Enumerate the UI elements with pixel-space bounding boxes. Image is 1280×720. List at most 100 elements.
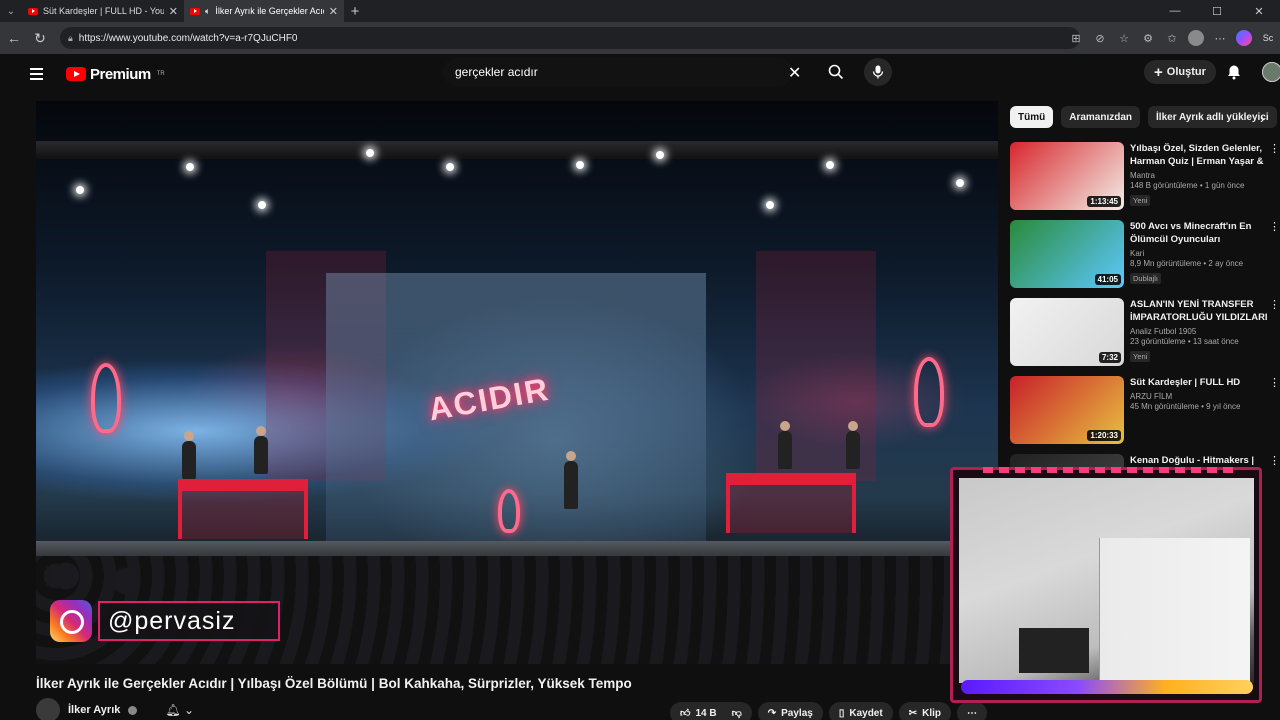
more-options-icon[interactable]: ⋯ <box>1212 32 1228 45</box>
rec-channel[interactable]: Analiz Futbol 1905 <box>1130 327 1270 336</box>
youtube-favicon-icon <box>28 7 38 15</box>
more-actions-button[interactable]: ⋯ <box>956 702 987 720</box>
tab-search-chevron-icon[interactable]: ⌄ <box>0 0 22 22</box>
save-button[interactable]: ▯ Kaydet <box>828 702 893 720</box>
channel-row: İlker Ayrık 🔔︎ ⌄ <box>36 698 194 720</box>
like-count: 14 B <box>695 707 717 719</box>
rec-title[interactable]: ASLAN'IN YENİ TRANSFER İMPARATORLUĞU YIL… <box>1130 298 1270 324</box>
youtube-play-icon <box>66 67 86 81</box>
list-item[interactable]: 1:13:45 Yılbaşı Özel, Sizden Gelenler, H… <box>1010 142 1280 220</box>
back-arrow-icon[interactable]: ← <box>2 30 26 46</box>
video-thumbnail[interactable]: 7:32 <box>1010 298 1124 366</box>
save-label: Kaydet <box>849 707 883 719</box>
scissors-icon: ✂ <box>908 707 918 719</box>
webcam-frame-decoration <box>983 467 1233 473</box>
clear-search-icon[interactable]: ✕ <box>788 63 801 83</box>
stage-light <box>956 179 964 187</box>
list-item[interactable]: 7:32 ASLAN'IN YENİ TRANSFER İMPARATORLUĞ… <box>1010 298 1280 376</box>
list-item[interactable]: 41:05 500 Avcı vs Minecraft'ın En Ölümcü… <box>1010 220 1280 298</box>
more-icon: ⋯ <box>966 707 977 719</box>
speaker-icon[interactable]: 🔈︎ <box>205 6 210 17</box>
youtube-logo[interactable]: Premium TR <box>66 66 165 83</box>
video-player[interactable]: ACIDIR <box>36 101 998 664</box>
browser-tab-2[interactable]: 🔈︎ İlker Ayrık ile Gerçekler Acıdır ✕ <box>184 0 344 22</box>
chip-all[interactable]: Tümü <box>1010 106 1054 128</box>
share-button[interactable]: ↷ Paylaş <box>757 702 823 720</box>
webcam-feed <box>959 478 1254 688</box>
url-text: https://www.youtube.com/watch?v=a-r7QJuC… <box>78 32 298 44</box>
rec-meta: 45 Mn görüntüleme • 9 yıl önce <box>1130 402 1241 411</box>
like-dislike-button[interactable]: 👍︎ 14 B 👎︎ <box>670 702 752 720</box>
video-actions: 👍︎ 14 B 👎︎ ↷ Paylaş ▯ Kaydet ✂ Klip ⋯ <box>670 702 987 720</box>
kebab-menu-icon[interactable]: ⋮ <box>1269 142 1280 155</box>
search-input[interactable]: gerçekler acıdır <box>443 58 793 86</box>
kebab-menu-icon[interactable]: ⋮ <box>1269 376 1280 389</box>
copilot-icon[interactable] <box>1236 30 1252 46</box>
kebab-menu-icon[interactable]: ⋮ <box>1269 454 1280 467</box>
notifications-bell-icon[interactable] <box>1227 64 1241 85</box>
site-info-icon[interactable]: 🔒︎ <box>68 33 73 44</box>
dislike-icon[interactable]: 👎︎ <box>732 707 742 719</box>
menu-hamburger-icon[interactable] <box>30 68 56 80</box>
search-button[interactable] <box>818 58 854 86</box>
person <box>846 421 860 469</box>
favorites-icon[interactable]: ✩ <box>1164 32 1180 45</box>
browser-tab-1[interactable]: Süt Kardeşler | FULL HD - YouTube ✕ <box>22 0 184 22</box>
rec-title[interactable]: 500 Avcı vs Minecraft'ın En Ölümcül Oyun… <box>1130 220 1270 246</box>
close-tab-icon[interactable]: ✕ <box>329 5 338 18</box>
stage-truss <box>36 141 998 159</box>
subscription-bell-icon[interactable]: 🔔︎ ⌄ <box>165 703 194 717</box>
extensions-icon[interactable]: ⚙ <box>1140 32 1156 45</box>
profile-avatar[interactable] <box>1188 30 1204 46</box>
list-item[interactable]: 1:20:33 Süt Kardeşler | FULL HD ARZU FİL… <box>1010 376 1280 454</box>
copilot-label: Sc <box>1262 33 1274 43</box>
app-install-icon[interactable]: ⊞ <box>1068 32 1084 45</box>
clip-label: Klip <box>922 707 941 719</box>
youtube-favicon-icon <box>190 7 200 15</box>
clip-button[interactable]: ✂ Klip <box>898 702 951 720</box>
verified-icon <box>128 705 138 715</box>
chip-from-search[interactable]: Aramanızdan <box>1061 106 1141 128</box>
favorite-star-icon[interactable]: ☆ <box>1116 32 1132 45</box>
chevron-right-icon[interactable]: › <box>1260 110 1265 126</box>
create-button[interactable]: + Oluştur <box>1144 60 1216 84</box>
create-label: Oluştur <box>1166 66 1206 78</box>
kebab-menu-icon[interactable]: ⋮ <box>1269 298 1280 311</box>
stage-light <box>258 201 266 209</box>
maximize-icon[interactable]: ☐ <box>1196 0 1238 22</box>
rec-meta: 8,9 Mn görüntüleme • 2 ay önce <box>1130 259 1244 268</box>
channel-avatar[interactable] <box>36 698 60 720</box>
voice-search-button[interactable] <box>864 58 892 86</box>
instagram-icon <box>50 600 92 642</box>
plus-icon: + <box>1154 63 1163 81</box>
person <box>182 431 196 479</box>
chip-uploader[interactable]: İlker Ayrık adlı yükleyici <box>1148 106 1277 128</box>
url-field[interactable]: 🔒︎ https://www.youtube.com/watch?v=a-r7Q… <box>60 27 1080 49</box>
close-window-icon[interactable]: ✕ <box>1238 0 1280 22</box>
rec-title[interactable]: Süt Kardeşler | FULL HD <box>1130 376 1270 389</box>
duration-badge: 1:13:45 <box>1087 196 1121 207</box>
video-thumbnail[interactable]: 1:20:33 <box>1010 376 1124 444</box>
rec-title[interactable]: Yılbaşı Özel, Sizden Gelenler, Harman Qu… <box>1130 142 1270 168</box>
close-tab-icon[interactable]: ✕ <box>169 5 178 18</box>
duration-badge: 41:05 <box>1094 274 1121 285</box>
account-avatar[interactable] <box>1262 62 1280 82</box>
minimize-icon[interactable]: — <box>1154 0 1196 22</box>
webcam-gradient-bar <box>961 680 1253 694</box>
tracking-prevention-icon[interactable]: ⊘ <box>1092 32 1108 45</box>
rec-channel[interactable]: ARZU FİLM <box>1130 392 1270 401</box>
person <box>564 451 578 509</box>
kebab-menu-icon[interactable]: ⋮ <box>1269 220 1280 233</box>
browser-toolbar-right: ⊞ ⊘ ☆ ⚙ ✩ ⋯ Sc <box>1068 22 1280 54</box>
video-thumbnail[interactable]: 1:13:45 <box>1010 142 1124 210</box>
new-tab-button[interactable]: + <box>344 3 366 20</box>
video-thumbnail[interactable]: 41:05 <box>1010 220 1124 288</box>
rec-channel[interactable]: Mantra <box>1130 171 1270 180</box>
rec-channel[interactable]: Kari <box>1130 249 1270 258</box>
reload-icon[interactable]: ↻ <box>28 30 52 47</box>
window-controls: — ☐ ✕ <box>1154 0 1280 22</box>
stage-light <box>656 151 664 159</box>
logo-region: TR <box>156 71 165 77</box>
channel-name[interactable]: İlker Ayrık <box>68 704 120 716</box>
person <box>254 426 268 474</box>
